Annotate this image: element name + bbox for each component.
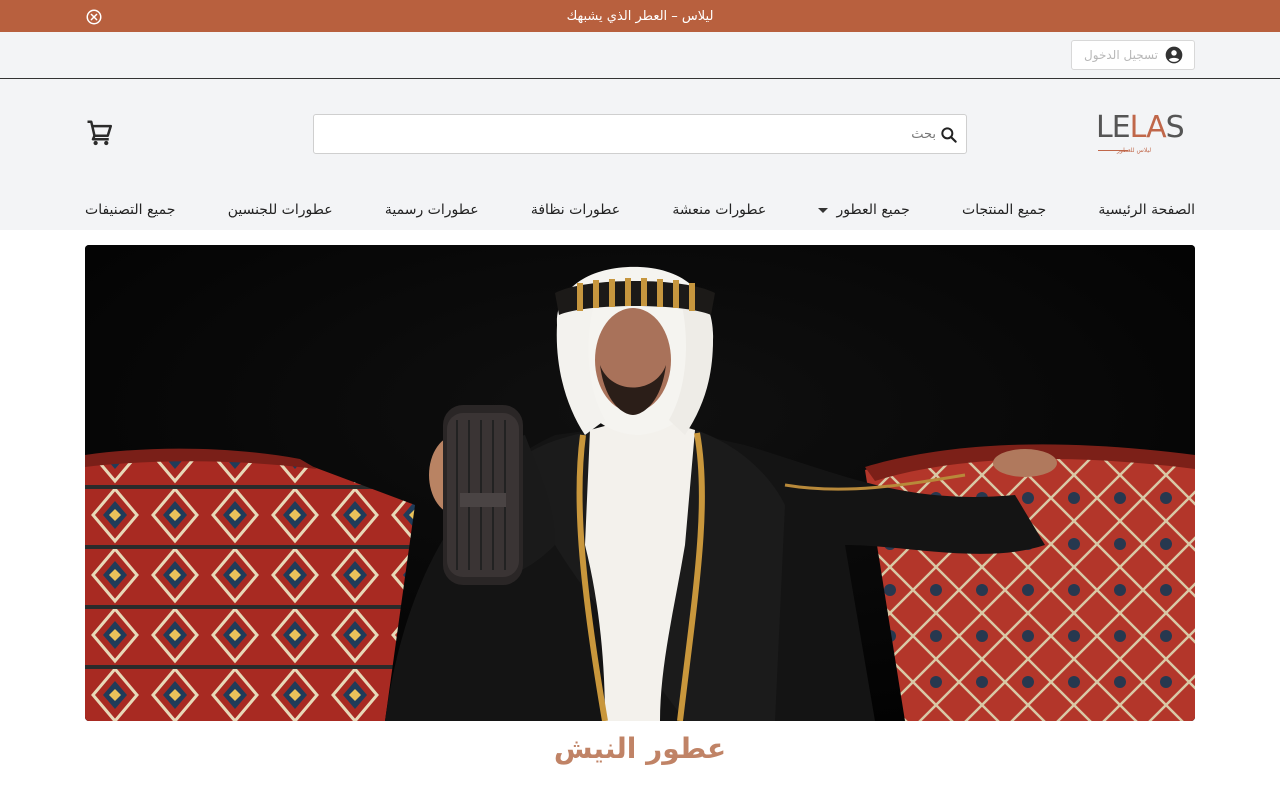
site-header: LELAS ليلاس للعطور الصفحة الرئيسية جميع … bbox=[0, 79, 1280, 230]
utility-bar: تسجيل الدخول bbox=[0, 32, 1280, 79]
logo-wordmark: LELAS bbox=[1096, 110, 1185, 145]
hero-banner[interactable] bbox=[85, 245, 1195, 721]
nav-item-clean[interactable]: عطورات نظافة bbox=[531, 202, 620, 218]
brand-logo[interactable]: LELAS ليلاس للعطور bbox=[1096, 110, 1185, 157]
logo-divider bbox=[1098, 150, 1128, 151]
close-circle-icon bbox=[86, 9, 102, 25]
search-bar bbox=[313, 114, 967, 154]
login-label: تسجيل الدخول bbox=[1084, 48, 1158, 62]
cart-icon bbox=[87, 120, 112, 146]
announcement-text: ليلاس – العطر الذي يشبهك bbox=[566, 8, 714, 24]
nav-item-all-products[interactable]: جميع المنتجات bbox=[962, 202, 1046, 218]
cart-button[interactable] bbox=[85, 118, 115, 148]
account-circle-icon bbox=[1164, 45, 1184, 65]
section-title: عطور النيش bbox=[553, 732, 727, 765]
nav-item-all-categories[interactable]: جميع التصنيفات bbox=[85, 202, 175, 218]
login-button[interactable]: تسجيل الدخول bbox=[1071, 40, 1195, 70]
hero-image bbox=[85, 245, 1195, 721]
nav-item-all-perfumes[interactable]: جميع العطور bbox=[818, 202, 910, 218]
search-input[interactable] bbox=[314, 115, 966, 153]
announcement-bar: ليلاس – العطر الذي يشبهك bbox=[0, 0, 1280, 32]
nav-item-unisex[interactable]: عطورات للجنسين bbox=[228, 202, 333, 218]
nav-item-fresh[interactable]: عطورات منعشة bbox=[672, 202, 766, 218]
nav-item-home[interactable]: الصفحة الرئيسية bbox=[1098, 202, 1195, 218]
nav-item-formal[interactable]: عطورات رسمية bbox=[385, 202, 479, 218]
chevron-down-icon bbox=[818, 207, 829, 213]
close-announcement-button[interactable] bbox=[85, 8, 103, 26]
main-navigation: الصفحة الرئيسية جميع المنتجات جميع العطو… bbox=[85, 199, 1195, 221]
search-icon[interactable] bbox=[938, 124, 960, 146]
